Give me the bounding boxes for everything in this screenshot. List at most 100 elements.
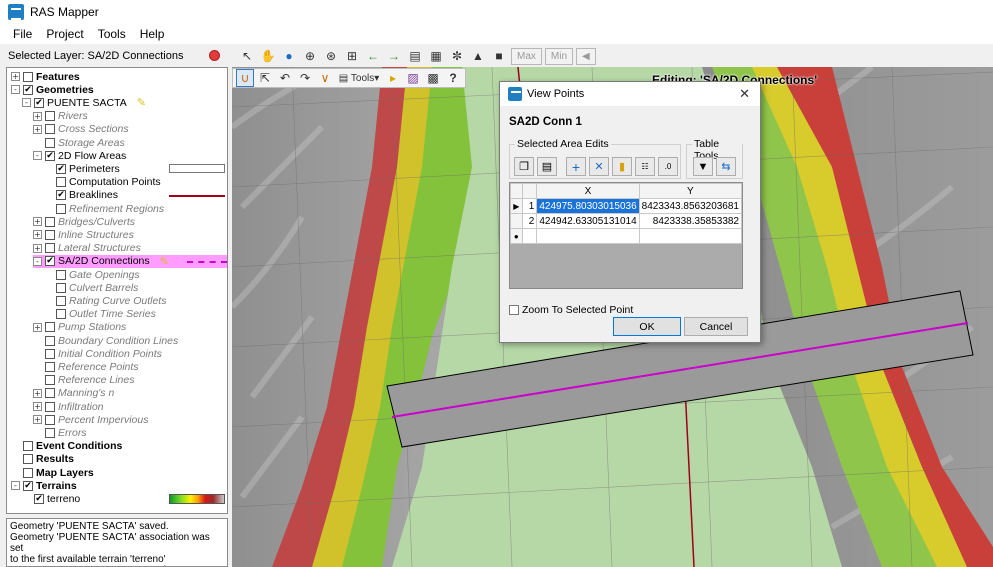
layer-checkbox[interactable]	[45, 322, 55, 333]
menu-help[interactable]: Help	[133, 27, 172, 41]
collapse-icon[interactable]: -	[33, 151, 42, 161]
tree-item[interactable]: Reference Points	[33, 360, 139, 373]
tree-item[interactable]: - ✔ PUENTE SACTA ✎	[22, 96, 146, 109]
insert-icon[interactable]: ▮	[612, 157, 632, 176]
layer-checkbox[interactable]	[45, 335, 55, 346]
tree-item[interactable]: Gate Openings	[44, 268, 140, 281]
table-row[interactable]: ▶ 1 424975.80303015036 8423343.856320368…	[510, 198, 743, 214]
open-icon[interactable]: ▸	[384, 69, 402, 87]
collapse-icon[interactable]: -	[22, 98, 31, 108]
tree-item[interactable]: Initial Condition Points	[33, 347, 162, 360]
table-icon[interactable]: ▩	[424, 69, 442, 87]
layer-checkbox[interactable]: ✔	[56, 190, 66, 201]
expand-icon[interactable]: +	[33, 322, 42, 332]
ok-button[interactable]: OK	[613, 317, 681, 336]
layer-checkbox[interactable]	[56, 282, 66, 293]
points-icon[interactable]: ▨	[404, 69, 422, 87]
expand-icon[interactable]: +	[33, 243, 42, 253]
table-row[interactable]: 2 424942.63305131014 8423338.35853382	[510, 213, 743, 229]
select-arrow-icon[interactable]: ⇱	[256, 69, 274, 87]
layer-checkbox[interactable]	[45, 229, 55, 240]
pointer-icon[interactable]: ↖	[238, 47, 256, 65]
tree-item[interactable]: Rating Curve Outlets	[44, 294, 166, 307]
expand-icon[interactable]: +	[33, 124, 42, 134]
tree-item[interactable]: + Features	[11, 70, 80, 83]
tree-item[interactable]: Boundary Condition Lines	[33, 334, 178, 347]
layer-checkbox[interactable]	[45, 361, 55, 372]
redo-icon[interactable]: ↷	[296, 69, 314, 87]
layer-checkbox[interactable]	[23, 467, 33, 478]
tree-item[interactable]: + Rivers	[33, 110, 88, 123]
layer-checkbox[interactable]	[45, 348, 55, 359]
menu-tools[interactable]: Tools	[91, 27, 133, 41]
forward-arrow-icon[interactable]: →	[385, 47, 403, 65]
layer-checkbox[interactable]: ✔	[56, 163, 66, 174]
collapse-icon[interactable]: -	[11, 85, 20, 95]
record-icon[interactable]	[209, 50, 220, 61]
tree-item[interactable]: ✔ Perimeters	[44, 162, 120, 175]
copy-icon[interactable]: ❐	[514, 157, 534, 176]
profile-icon[interactable]: ✼	[448, 47, 466, 65]
x-cell[interactable]: 424975.80303015036	[536, 198, 640, 214]
draw-line-icon[interactable]: ∨	[316, 69, 334, 87]
zoom-to-point-option[interactable]: Zoom To Selected Point	[509, 304, 633, 316]
layer-checkbox[interactable]	[45, 388, 55, 399]
layer-checkbox[interactable]: ✔	[34, 97, 44, 108]
x-cell[interactable]	[536, 228, 640, 244]
layer-checkbox[interactable]	[45, 243, 55, 254]
layer-checkbox[interactable]	[23, 454, 33, 465]
tree-item[interactable]: + Cross Sections	[33, 123, 129, 136]
plot-icon[interactable]: ▲	[469, 47, 487, 65]
layer-checkbox[interactable]: ✔	[23, 84, 33, 95]
menu-project[interactable]: Project	[39, 27, 90, 41]
tree-item[interactable]: Computation Points	[44, 176, 161, 189]
pan-icon[interactable]: ✋	[259, 47, 277, 65]
edit-mode-icon[interactable]: ∪	[236, 69, 254, 87]
collapse-icon[interactable]: -	[11, 481, 20, 491]
zoom-full-icon[interactable]: ⊞	[343, 47, 361, 65]
zoom-extent-icon[interactable]: ⊛	[322, 47, 340, 65]
menu-file[interactable]: File	[6, 27, 39, 41]
tree-item[interactable]: Reference Lines	[33, 374, 134, 387]
layer-checkbox[interactable]	[45, 375, 55, 386]
swap-icon[interactable]: ⇆	[716, 157, 736, 176]
layer-checkbox[interactable]	[23, 71, 33, 82]
layer-checkbox[interactable]	[45, 137, 55, 148]
x-cell[interactable]: 424942.63305131014	[536, 213, 640, 229]
tree-item[interactable]: ✔ Breaklines	[44, 189, 118, 202]
tree-item[interactable]: Map Layers	[11, 466, 94, 479]
help-icon[interactable]: ?	[444, 69, 462, 87]
layer-checkbox[interactable]	[56, 177, 66, 188]
back-arrow-icon[interactable]: ←	[364, 47, 382, 65]
tree-item[interactable]: + Bridges/Culverts	[33, 215, 135, 228]
layer-checkbox[interactable]	[23, 441, 33, 452]
tree-item[interactable]: Storage Areas	[33, 136, 125, 149]
tree-item[interactable]: Culvert Barrels	[44, 281, 138, 294]
layer-checkbox[interactable]	[45, 401, 55, 412]
tools-dropdown[interactable]: ▤ Tools ▾	[336, 69, 382, 87]
cancel-button[interactable]: Cancel	[684, 317, 748, 336]
layer-checkbox[interactable]: ✔	[23, 480, 33, 491]
expand-icon[interactable]: +	[33, 111, 42, 121]
tree-item[interactable]: Errors	[33, 426, 87, 439]
tree-item[interactable]: + Percent Impervious	[33, 413, 148, 426]
tree-item[interactable]: + Manning's n	[33, 387, 114, 400]
filter-icon[interactable]: ▼	[693, 157, 713, 176]
layer-checkbox[interactable]	[45, 124, 55, 135]
add-row-icon[interactable]: +	[566, 157, 586, 176]
tree-item[interactable]: - ✔ 2D Flow Areas	[33, 149, 126, 162]
layer-checkbox[interactable]	[56, 309, 66, 320]
step-back-button[interactable]: ◀	[576, 47, 596, 65]
undo-icon[interactable]: ↶	[276, 69, 294, 87]
zoom-in-icon[interactable]: ⊕	[301, 47, 319, 65]
y-cell[interactable]: 8423338.35853382	[638, 213, 743, 229]
layer-checkbox[interactable]	[56, 269, 66, 280]
min-button[interactable]: Min	[544, 47, 574, 65]
y-cell[interactable]	[638, 228, 743, 244]
tree-item[interactable]: + Pump Stations	[33, 321, 126, 334]
calc-icon[interactable]: ☷	[635, 157, 655, 176]
paste-icon[interactable]: ▤	[537, 157, 557, 176]
tree-item[interactable]: Refinement Regions	[44, 202, 164, 215]
max-button[interactable]: Max	[511, 47, 542, 65]
layer-checkbox[interactable]: ✔	[34, 493, 44, 504]
